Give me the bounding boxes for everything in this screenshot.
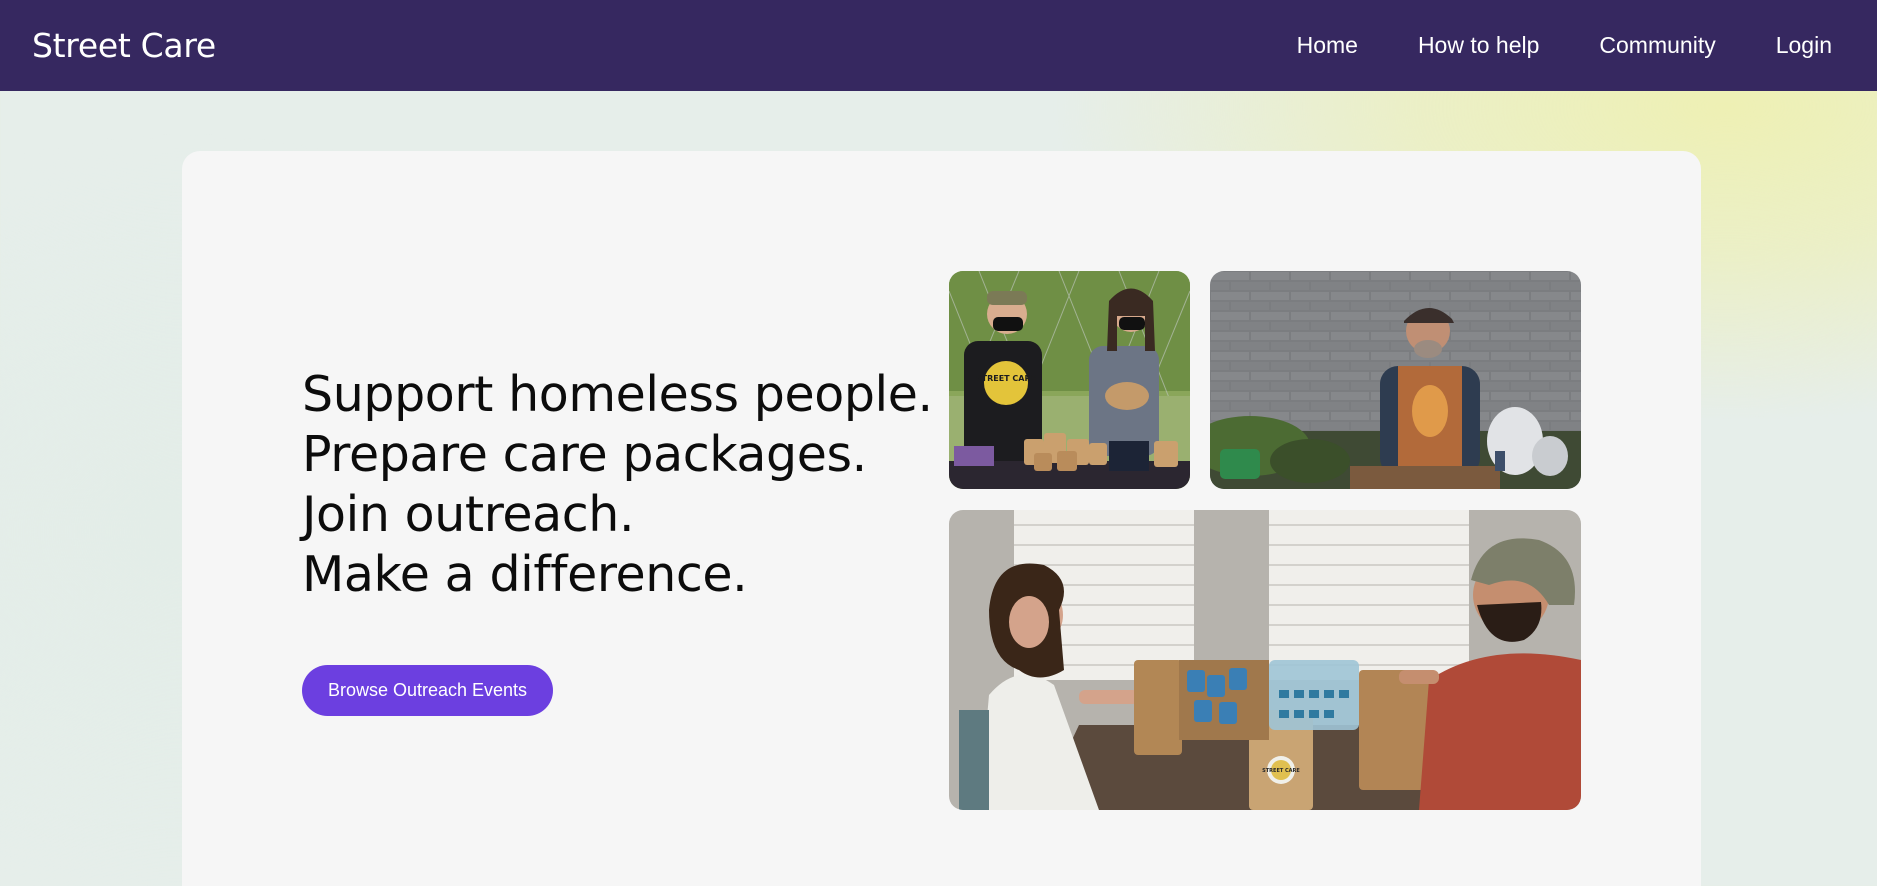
hero-headline: Support homeless people. Prepare care pa… [302,365,933,605]
nav-link-community[interactable]: Community [1599,32,1715,59]
nav-link-how-to-help[interactable]: How to help [1418,32,1539,59]
brand-logo[interactable]: Street Care [32,0,216,91]
packing-care-packages-photo: STREET CARE [949,510,1581,810]
headline-line-1: Support homeless people. [302,366,933,423]
volunteers-photo: STREET CARE [949,271,1190,489]
headline-line-3: Join outreach. [302,486,635,543]
top-navbar: Street Care Home How to help Community L… [0,0,1877,91]
street-care-bag-logo: STREET CARE [1262,768,1300,774]
nav-links: Home How to help Community Login [1297,0,1832,91]
street-care-shirt-logo: STREET CARE [976,374,1036,383]
headline-line-2: Prepare care packages. [302,426,867,483]
headline-line-4: Make a difference. [302,546,748,603]
nav-link-home[interactable]: Home [1297,32,1358,59]
browse-outreach-events-button[interactable]: Browse Outreach Events [302,665,553,716]
nav-link-login[interactable]: Login [1776,32,1832,59]
man-by-brick-wall-photo [1210,271,1581,489]
